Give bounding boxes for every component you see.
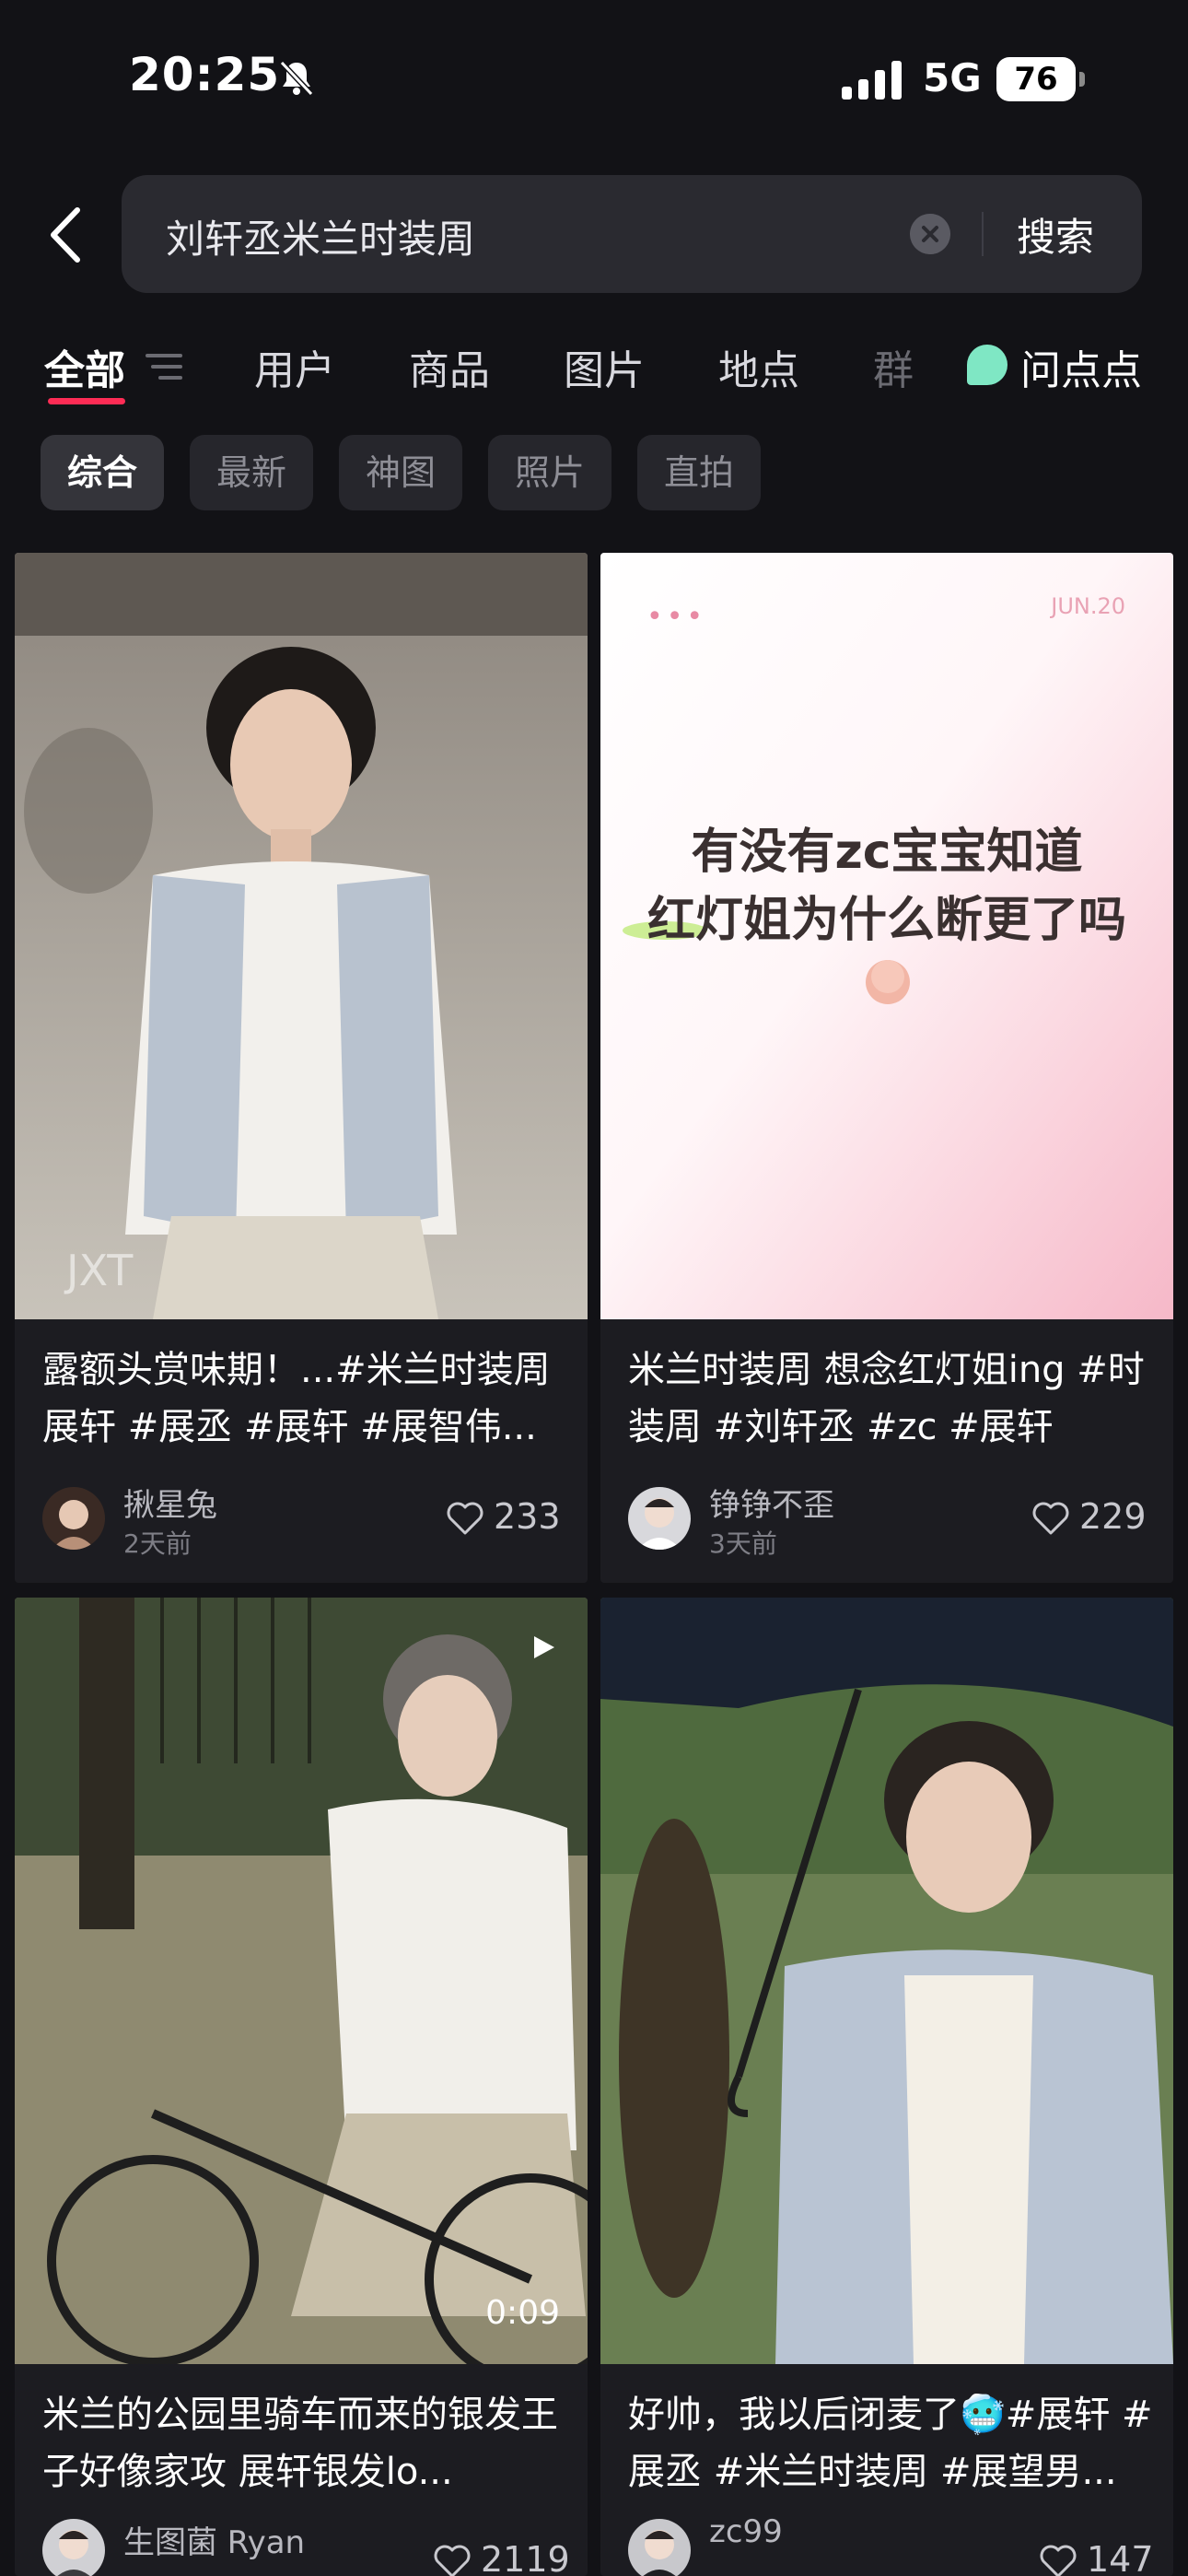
- avatar[interactable]: [628, 2519, 691, 2576]
- like-count: 229: [1079, 1496, 1147, 1537]
- result-card[interactable]: 好帅，我以后闭麦了🥶#展轩 #展丞 #米兰时装周 #展望男... zc99 14…: [600, 1598, 1173, 2576]
- tab-users[interactable]: 用户: [254, 337, 335, 396]
- poster-line-2: 红灯姐为什么断更了吗: [646, 893, 1126, 948]
- search-button[interactable]: 搜索: [1017, 206, 1094, 263]
- tab-all[interactable]: 全部: [44, 337, 125, 396]
- cellular-signal-icon: [842, 61, 902, 100]
- tab-places[interactable]: 地点: [718, 337, 799, 396]
- post-time: 2天前: [123, 1528, 192, 1559]
- filter-icon[interactable]: [144, 348, 184, 385]
- card-image[interactable]: JXT: [15, 553, 588, 1319]
- like-count: 147: [1087, 2539, 1154, 2576]
- clear-icon[interactable]: [910, 214, 950, 254]
- like-count: 233: [494, 1496, 561, 1537]
- author-name[interactable]: zc99: [709, 2513, 783, 2550]
- search-input[interactable]: 刘轩丞米兰时装周: [166, 208, 475, 264]
- video-duration: 0:09: [485, 2294, 560, 2332]
- play-icon: [534, 1636, 554, 1658]
- card-image[interactable]: ••• JUN.20 有没有zc宝宝知道 红灯姐为什么断更了吗: [600, 553, 1173, 1319]
- battery-icon: 76: [996, 57, 1085, 101]
- back-arrow-icon[interactable]: [41, 203, 96, 267]
- result-card[interactable]: ••• JUN.20 有没有zc宝宝知道 红灯姐为什么断更了吗 米兰时装周 想念…: [600, 553, 1173, 1583]
- poster-dots: •••: [646, 601, 707, 633]
- chip-photos[interactable]: 照片: [488, 435, 611, 510]
- card-title[interactable]: 露额头赏味期！...#米兰时装周 展轩 #展丞 #展轩 #展智伟...: [42, 1341, 577, 1456]
- search-box[interactable]: 刘轩丞米兰时装周 搜索: [122, 175, 1142, 293]
- bicycle-photo: [15, 1598, 588, 2364]
- result-card[interactable]: JXT 露额头赏味期！...#米兰时装周 展轩 #展丞 #展轩 #展智伟... …: [15, 553, 588, 1583]
- category-tabs: 全部 用户 商品 图片 地点 群 问点点: [0, 332, 1188, 415]
- sort-chips: 综合 最新 神图 照片 直拍: [0, 435, 1188, 512]
- avatar[interactable]: [42, 1487, 105, 1550]
- card-title[interactable]: 米兰的公园里骑车而来的银发王子好像家攻 展轩银发lo...: [42, 2386, 577, 2500]
- heart-icon[interactable]: [1031, 1500, 1070, 1537]
- umbrella-photo: [600, 1598, 1173, 2364]
- chip-comprehensive[interactable]: 综合: [41, 435, 164, 510]
- status-bar: 20:25 5G 76: [0, 0, 1188, 161]
- author-name[interactable]: 揪星兔: [123, 1480, 217, 1525]
- author-name[interactable]: 生图菌 Ryan: [123, 2517, 305, 2562]
- search-divider: [982, 212, 984, 256]
- tab-groups[interactable]: 群: [873, 337, 914, 396]
- card-video-thumbnail[interactable]: 0:09: [15, 1598, 588, 2364]
- like-count: 2119: [481, 2539, 570, 2576]
- card-title[interactable]: 米兰时装周 想念红灯姐ing #时装周 #刘轩丞 #zc #展轩: [628, 1341, 1162, 1456]
- battery-level: 76: [996, 57, 1076, 101]
- heart-icon[interactable]: [1039, 2543, 1077, 2576]
- author-name[interactable]: 铮铮不歪: [709, 1480, 834, 1525]
- heart-icon[interactable]: [446, 1500, 484, 1537]
- post-time: 3天前: [709, 1528, 777, 1559]
- result-card[interactable]: 0:09 米兰的公园里骑车而来的银发王子好像家攻 展轩银发lo... 生图菌 R…: [15, 1598, 588, 2576]
- tab-ask[interactable]: 问点点: [1020, 337, 1142, 396]
- network-type: 5G: [923, 55, 982, 100]
- status-time: 20:25: [129, 48, 281, 101]
- portrait-photo: [15, 553, 588, 1319]
- watermark-text: JXT: [66, 1246, 134, 1295]
- heart-icon[interactable]: [433, 2543, 472, 2576]
- avatar[interactable]: [628, 1487, 691, 1550]
- tab-images[interactable]: 图片: [564, 337, 645, 396]
- avatar[interactable]: [42, 2519, 105, 2576]
- active-tab-indicator: [48, 398, 125, 404]
- tab-products[interactable]: 商品: [409, 337, 490, 396]
- chip-best-photos[interactable]: 神图: [339, 435, 462, 510]
- poster-line-1: 有没有zc宝宝知道: [691, 825, 1083, 880]
- chat-bubble-icon[interactable]: [967, 345, 1007, 385]
- mute-bell-icon: [279, 60, 314, 97]
- poster-date: JUN.20: [1051, 593, 1125, 619]
- card-title[interactable]: 好帅，我以后闭麦了🥶#展轩 #展丞 #米兰时装周 #展望男...: [628, 2386, 1162, 2500]
- chip-fancam[interactable]: 直拍: [637, 435, 761, 510]
- card-image[interactable]: [600, 1598, 1173, 2364]
- chip-latest[interactable]: 最新: [190, 435, 313, 510]
